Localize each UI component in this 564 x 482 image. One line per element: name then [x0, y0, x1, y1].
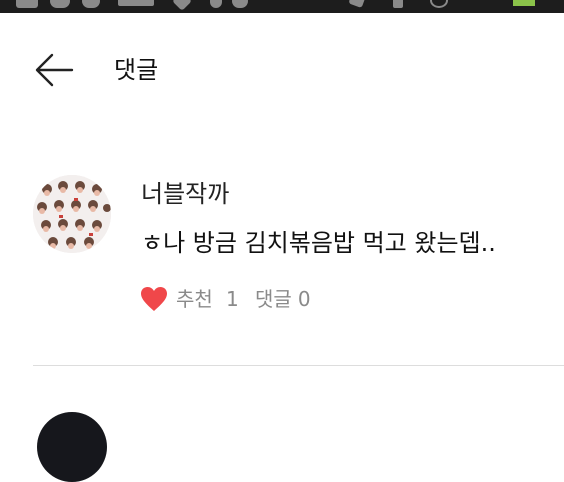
notification-icon: [118, 0, 154, 6]
arrow-left-icon: [35, 53, 74, 87]
notification-icon: [232, 0, 248, 8]
comment-author[interactable]: 너블작까: [141, 179, 229, 209]
like-count: 1: [226, 287, 239, 311]
avatar-image: [33, 175, 111, 253]
notification-icon: [82, 0, 100, 8]
like-button[interactable]: [140, 286, 168, 312]
battery-icon: [513, 0, 535, 6]
divider: [33, 365, 564, 366]
back-button[interactable]: [32, 51, 76, 89]
alarm-icon: [430, 0, 448, 8]
mute-icon: [348, 0, 366, 9]
app-header: 댓글: [0, 13, 564, 123]
notification-icon: [50, 0, 70, 8]
status-bar: [0, 0, 564, 13]
notification-icon: [172, 0, 192, 11]
avatar[interactable]: [33, 175, 111, 253]
notification-icon: [16, 0, 38, 8]
reply-button[interactable]: 댓글 0: [255, 286, 311, 312]
notification-icon: [210, 0, 222, 8]
reply-count: 0: [297, 287, 311, 311]
data-transfer-icon: [393, 0, 403, 8]
heart-icon: [141, 287, 167, 311]
comment-text: ㅎ나 방금 김치볶음밥 먹고 왔는뎁..: [141, 229, 496, 257]
like-label: 추천: [176, 287, 213, 311]
reply-label: 댓글: [255, 287, 292, 311]
comment-item: 너블작까 ㅎ나 방금 김치볶음밥 먹고 왔는뎁.. 추천 1 댓글 0: [0, 160, 564, 366]
page-title: 댓글: [114, 56, 159, 84]
